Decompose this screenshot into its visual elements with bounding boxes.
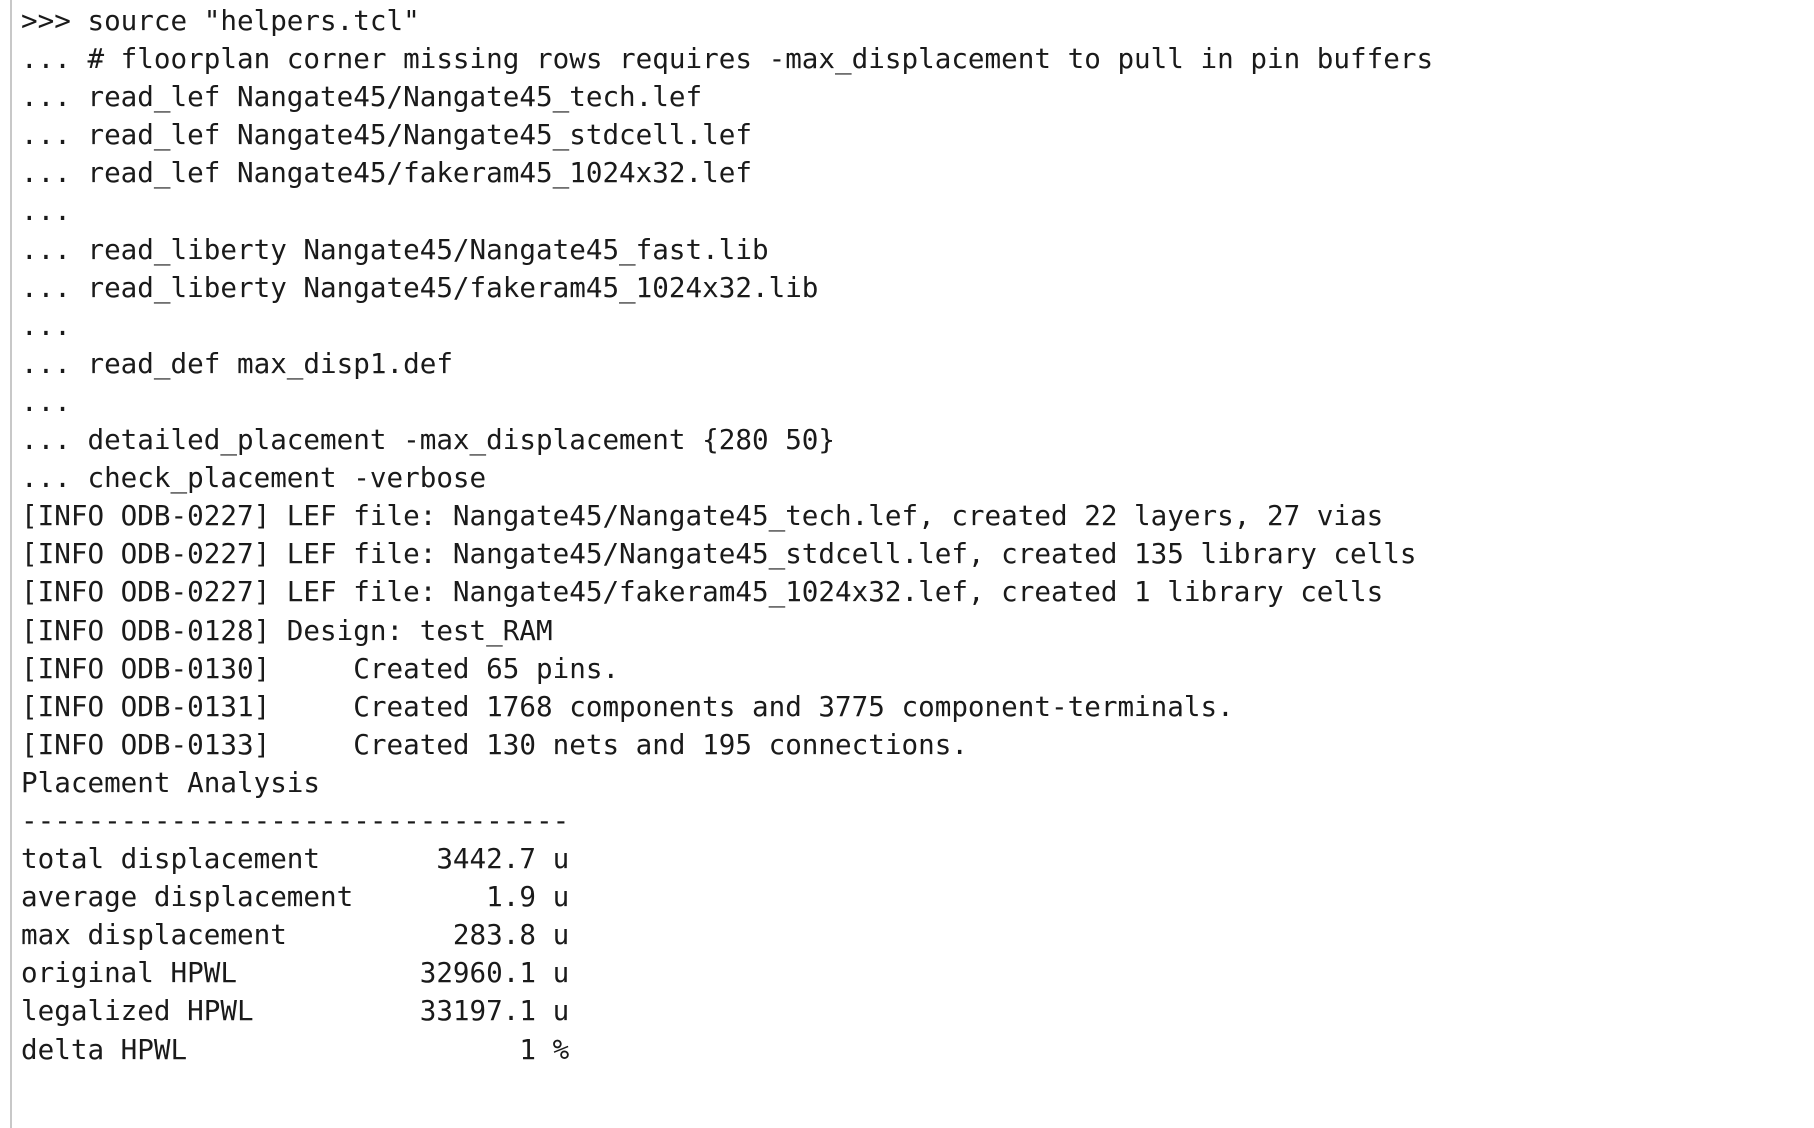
console-line: [INFO ODB-0227] LEF file: Nangate45/fake…	[21, 575, 1384, 609]
console-line: delta HPWL 1 %	[21, 1032, 570, 1066]
console-line: legalized HPWL 33197.1 u	[21, 994, 570, 1028]
console-left-border	[10, 0, 12, 1128]
console-line: ... read_liberty Nangate45/Nangate45_fas…	[21, 232, 769, 266]
console-line: original HPWL 32960.1 u	[21, 956, 570, 990]
python-console[interactable]: >>> source "helpers.tcl" ... # floorplan …	[0, 0, 1814, 1128]
console-line: ---------------------------------	[21, 803, 570, 837]
console-line: [INFO ODB-0128] Design: test_RAM	[21, 613, 553, 647]
console-line: ... read_def max_disp1.def	[21, 346, 453, 380]
console-line: ...	[21, 308, 71, 342]
console-line: >>> source "helpers.tcl"	[21, 4, 420, 37]
console-line: average displacement 1.9 u	[21, 880, 570, 914]
console-line: ...	[21, 194, 71, 228]
console-output: >>> source "helpers.tcl" ... # floorplan …	[21, 2, 1433, 1069]
console-line: [INFO ODB-0227] LEF file: Nangate45/Nang…	[21, 499, 1384, 533]
console-line: ... read_lef Nangate45/Nangate45_stdcell…	[21, 118, 752, 152]
console-line: ... detailed_placement -max_displacement…	[21, 423, 836, 457]
console-line: [INFO ODB-0131] Created 1768 components …	[21, 689, 1234, 723]
console-line: ... check_placement -verbose	[21, 461, 487, 495]
console-line: [INFO ODB-0130] Created 65 pins.	[21, 651, 620, 685]
console-line: [INFO ODB-0227] LEF file: Nangate45/Nang…	[21, 537, 1417, 571]
console-line: ... read_lef Nangate45/fakeram45_1024x32…	[21, 156, 752, 190]
console-line: [INFO ODB-0133] Created 130 nets and 195…	[21, 727, 968, 761]
console-line: total displacement 3442.7 u	[21, 842, 570, 876]
console-line: ... # floorplan corner missing rows requ…	[21, 42, 1434, 76]
console-line: ...	[21, 384, 71, 418]
console-line: Placement Analysis	[21, 765, 321, 799]
console-line: ... read_lef Nangate45/Nangate45_tech.le…	[21, 80, 703, 114]
console-line: ... read_liberty Nangate45/fakeram45_102…	[21, 270, 819, 304]
console-line: max displacement 283.8 u	[21, 918, 570, 952]
